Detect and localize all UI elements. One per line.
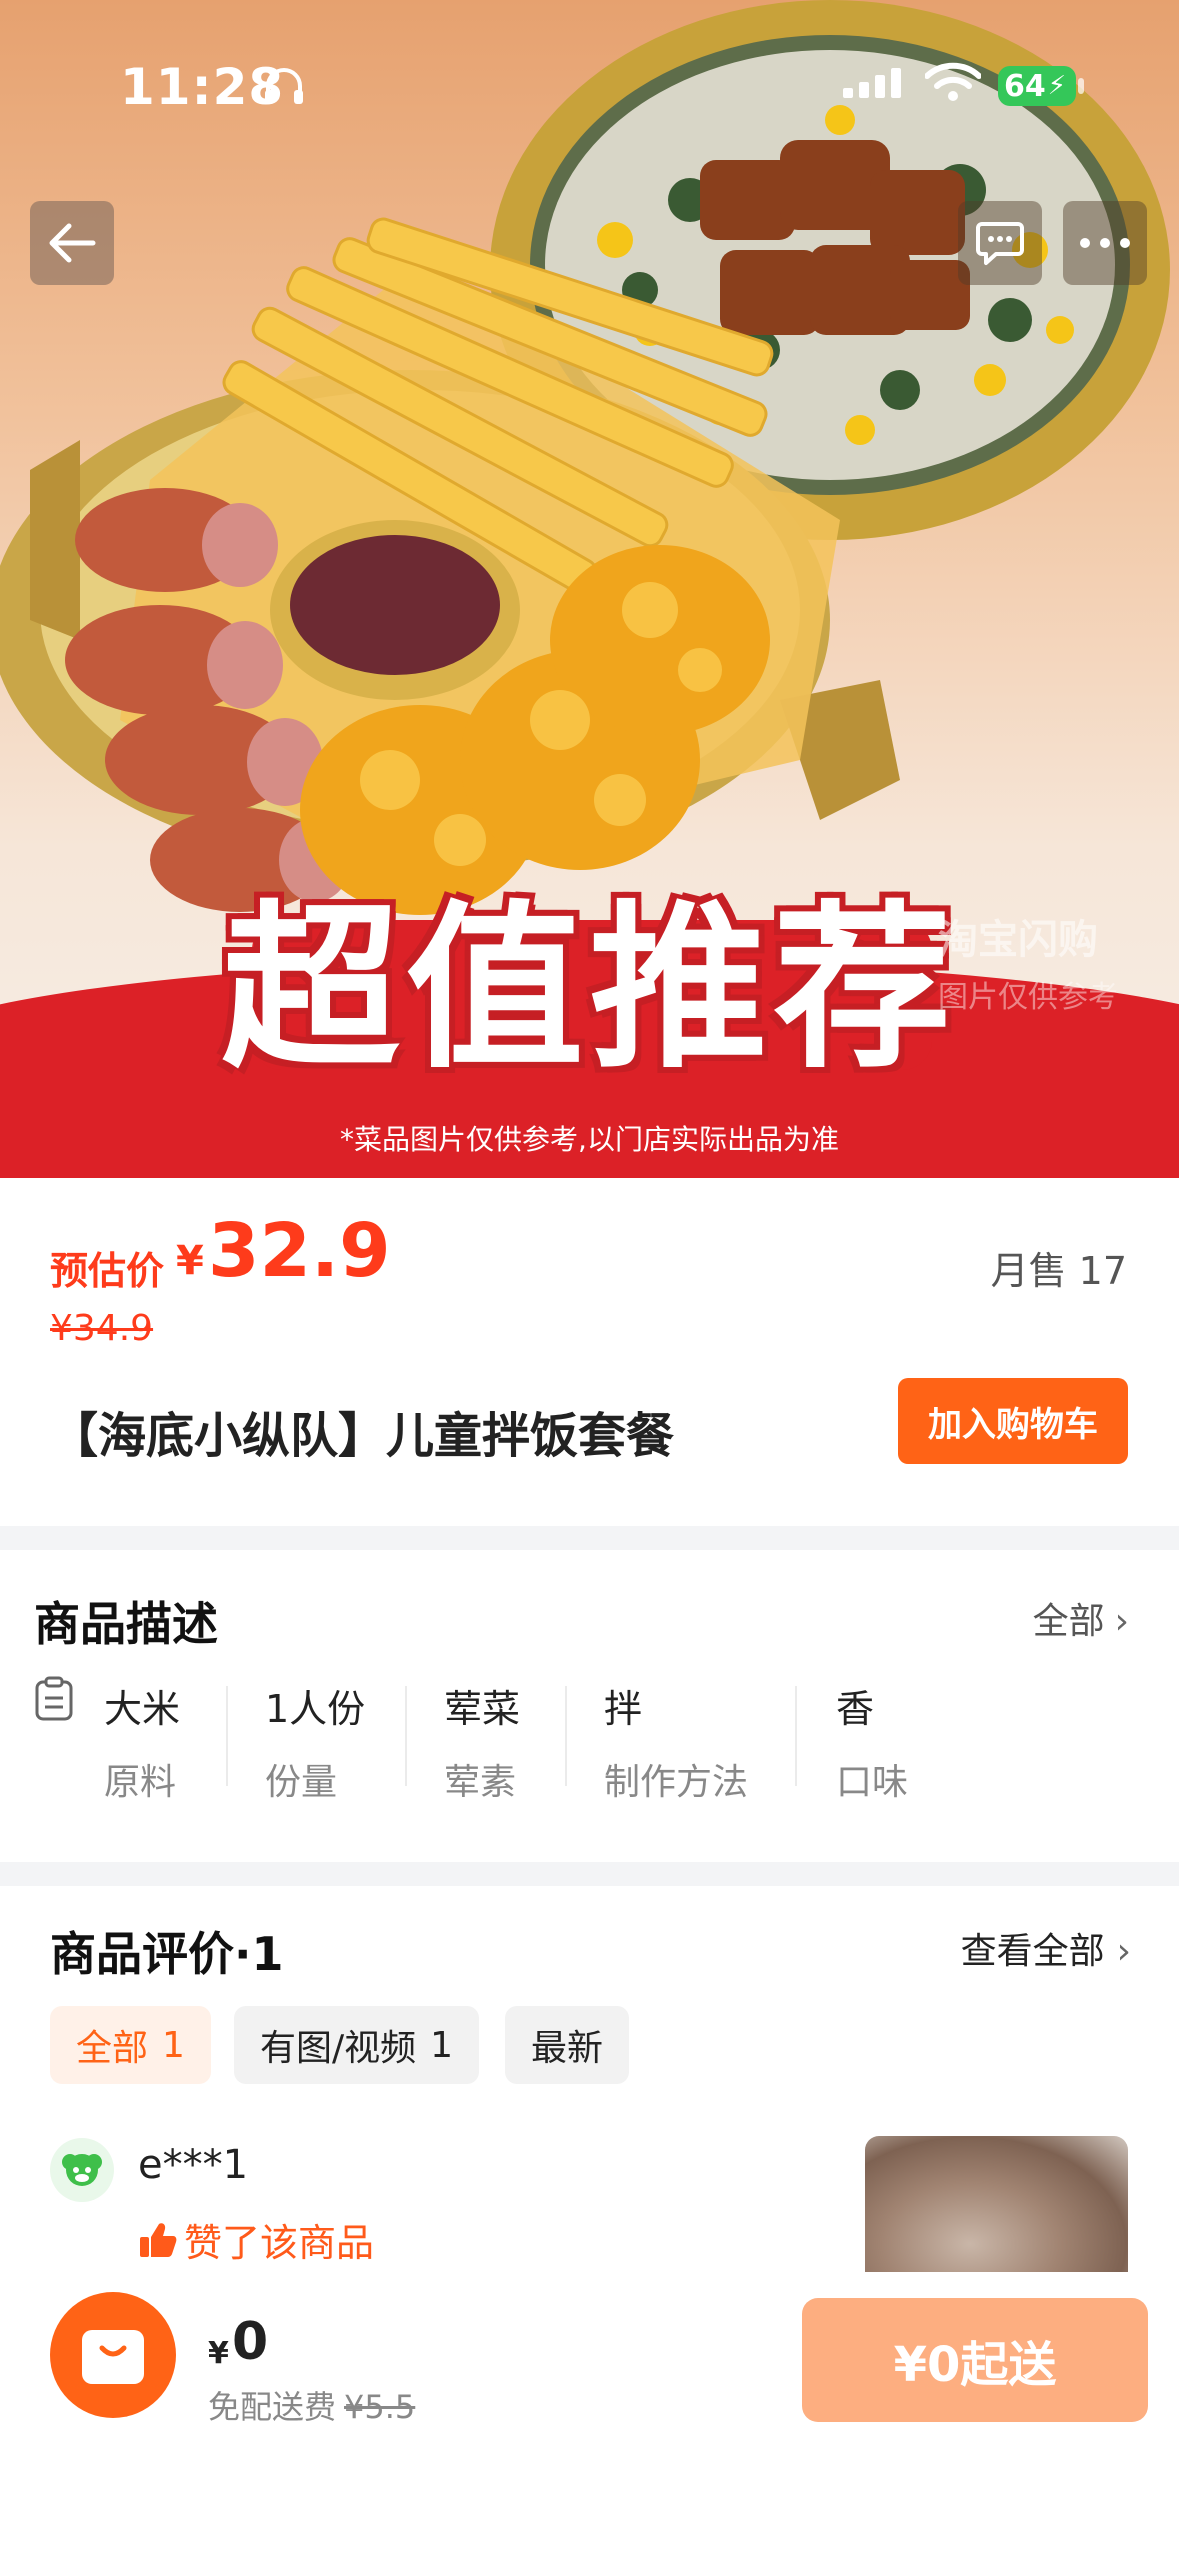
- reviews-view-all[interactable]: 查看全部 ›: [961, 1922, 1131, 1974]
- original-price: ¥34.9: [50, 1308, 154, 1349]
- attr-separator: [565, 1686, 567, 1786]
- price-value: 32.9: [208, 1208, 391, 1294]
- delivery-fee-original: ¥5.5: [344, 2388, 416, 2426]
- document-icon: [35, 1676, 73, 1721]
- product-reviews: 商品评价·1 查看全部 › 全部 1 有图/视频 1 最新 e***1 赞了该商品: [0, 1886, 1179, 2272]
- attr-meat-veg: 荤菜 荤素: [444, 1678, 520, 1805]
- section-divider: [0, 1862, 1179, 1886]
- watermark-note: 图片仅供参考: [938, 980, 1118, 1015]
- user-avatar-icon: [62, 2154, 102, 2186]
- attr-portion: 1人份 份量: [265, 1678, 365, 1805]
- watermark: 淘宝闪购: [938, 917, 1098, 963]
- status-bar: 11:28 64 ⚡: [0, 0, 1179, 150]
- wifi-icon: [925, 62, 981, 101]
- min-order-button[interactable]: ¥0起送: [802, 2298, 1148, 2422]
- attr-ingredient: 大米 原料: [104, 1678, 180, 1805]
- review-filter-latest[interactable]: 最新: [505, 2006, 630, 2084]
- attr-value: 大米: [104, 1687, 181, 1731]
- shopping-bag-icon: [82, 2330, 144, 2384]
- monthly-sales: 月售 17: [990, 1249, 1127, 1293]
- battery-cap: [1078, 78, 1084, 94]
- chevron-right-icon: ›: [1116, 1931, 1131, 1972]
- cart-button[interactable]: [50, 2292, 176, 2418]
- back-button[interactable]: [30, 201, 114, 285]
- section-divider: [0, 1526, 1179, 1550]
- back-arrow-icon: [49, 223, 96, 263]
- cart-total: 0: [232, 2312, 269, 2372]
- cart-currency: ¥: [208, 2336, 229, 2371]
- more-icon: [1080, 238, 1130, 248]
- attr-key: 口味: [836, 1762, 909, 1803]
- attr-method: 拌 制作方法: [604, 1678, 748, 1805]
- headphone-icon: [265, 68, 303, 104]
- add-to-cart-button[interactable]: 加入购物车: [898, 1378, 1128, 1464]
- cellular-signal-icon: [843, 68, 901, 98]
- chip-label: 最新: [531, 2028, 604, 2069]
- attr-value: 荤菜: [444, 1687, 521, 1731]
- battery-indicator: 64 ⚡: [998, 66, 1076, 106]
- review-liked: 赞了该商品: [138, 2212, 374, 2267]
- product-info: 预估价 ¥ 32.9 ¥34.9 月售 17 【海底小纵队】儿童拌饭套餐 加入购…: [0, 1178, 1179, 1526]
- attr-value: 1人份: [265, 1687, 366, 1731]
- chip-count: 1: [430, 2024, 454, 2066]
- reviews-view-all-label: 查看全部: [960, 1931, 1105, 1972]
- chip-count: 1: [162, 2024, 185, 2066]
- status-time: 11:28: [120, 58, 285, 116]
- message-button[interactable]: [958, 201, 1042, 285]
- attr-key: 制作方法: [604, 1762, 749, 1803]
- reviews-title: 商品评价·1: [50, 1927, 284, 1981]
- attr-key: 荤素: [444, 1762, 517, 1803]
- review-username: e***1: [138, 2142, 249, 2188]
- chip-label: 全部: [76, 2028, 149, 2069]
- delivery-fee: 免配送费 ¥5.5: [208, 2382, 415, 2428]
- price-label: 预估价: [50, 1249, 165, 1293]
- review-filter-media[interactable]: 有图/视频 1: [234, 2006, 480, 2084]
- attr-key: 原料: [104, 1762, 177, 1803]
- product-hero-image[interactable]: 11:28 64 ⚡ 超值推荐 淘宝闪购 图片仅供参考 *菜品图片仅供参考,以门…: [0, 0, 1179, 1178]
- delivery-fee-label: 免配送费: [208, 2388, 337, 2426]
- avatar[interactable]: [50, 2138, 114, 2202]
- product-title: 【海底小纵队】儿童拌饭套餐: [50, 1408, 675, 1464]
- description-view-all-label: 全部: [1032, 1601, 1105, 1642]
- price-currency: ¥: [176, 1238, 204, 1284]
- review-filter-all[interactable]: 全部 1: [50, 2006, 211, 2084]
- review-liked-label: 赞了该商品: [184, 2221, 375, 2265]
- review-photo[interactable]: [865, 2136, 1128, 2272]
- attr-value: 拌: [604, 1687, 643, 1731]
- banner-disclaimer: *菜品图片仅供参考,以门店实际出品为准: [340, 1123, 839, 1156]
- charging-icon: ⚡: [1047, 71, 1067, 101]
- chevron-right-icon: ›: [1114, 1601, 1129, 1642]
- chip-label: 有图/视频: [260, 2028, 417, 2069]
- message-icon: [976, 222, 1024, 265]
- attr-taste: 香 口味: [836, 1678, 908, 1805]
- bottom-cart-bar: ¥ 0 免配送费 ¥5.5 ¥0起送: [0, 2272, 1179, 2556]
- attr-key: 份量: [265, 1762, 338, 1803]
- description-title: 商品描述: [34, 1597, 218, 1651]
- attr-separator: [405, 1686, 407, 1786]
- product-description: 商品描述 全部 › 大米 原料 1人份 份量 荤菜 荤素 拌 制作方法 香 口味: [0, 1550, 1179, 1862]
- attr-value: 香: [836, 1687, 875, 1731]
- battery-level: 64: [1004, 68, 1046, 104]
- attr-separator: [226, 1686, 228, 1786]
- attr-separator: [795, 1686, 797, 1786]
- description-view-all[interactable]: 全部 ›: [1033, 1592, 1129, 1644]
- thumbs-up-icon: [140, 2222, 177, 2257]
- more-button[interactable]: [1063, 201, 1147, 285]
